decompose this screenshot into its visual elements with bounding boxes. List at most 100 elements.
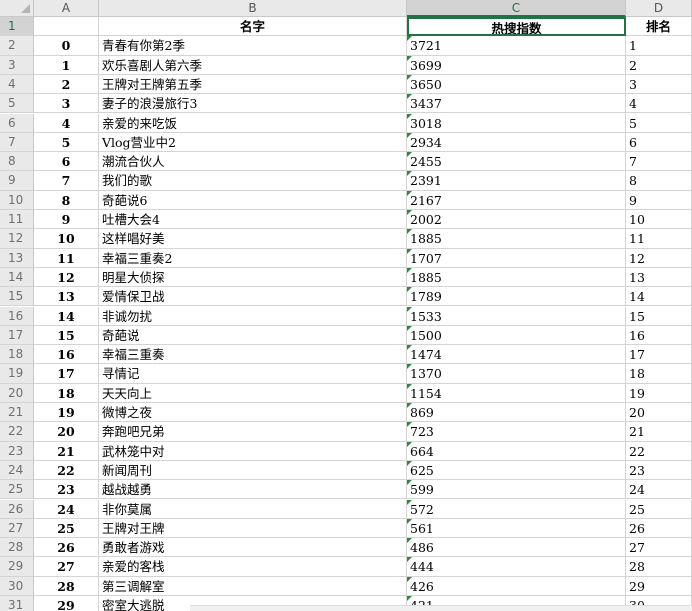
cell-c[interactable]: 3721 xyxy=(407,36,626,56)
cell-c[interactable]: 3650 xyxy=(407,74,626,95)
cell-c[interactable]: 1370 xyxy=(407,364,626,384)
cell-a[interactable]: 17 xyxy=(34,364,99,384)
row-number[interactable]: 4 xyxy=(0,74,34,95)
header-cell-a[interactable] xyxy=(34,17,99,37)
column-header-b[interactable]: B xyxy=(99,0,407,17)
cell-d[interactable]: 27 xyxy=(626,538,692,558)
cell-b[interactable]: 王牌对王牌 xyxy=(99,518,407,539)
cell-d[interactable]: 16 xyxy=(626,325,692,346)
cell-d[interactable]: 3 xyxy=(626,74,692,95)
cell-b[interactable]: 我们的歌 xyxy=(99,171,407,191)
cell-c[interactable]: 1789 xyxy=(407,287,626,307)
cell-a[interactable]: 5 xyxy=(34,132,99,153)
cell-d[interactable]: 12 xyxy=(626,248,692,268)
cell-a[interactable]: 10 xyxy=(34,229,99,249)
cell-c[interactable]: 2002 xyxy=(407,210,626,230)
cell-a[interactable]: 7 xyxy=(34,171,99,191)
row-number[interactable]: 18 xyxy=(0,345,34,365)
row-number[interactable]: 20 xyxy=(0,383,34,403)
cell-a[interactable]: 29 xyxy=(34,596,99,611)
horizontal-scrollbar[interactable] xyxy=(190,605,692,611)
cell-d[interactable]: 19 xyxy=(626,383,692,403)
cell-b[interactable]: 这样唱好美 xyxy=(99,229,407,249)
cell-c[interactable]: 869 xyxy=(407,403,626,423)
cell-c[interactable]: 2167 xyxy=(407,190,626,210)
row-number[interactable]: 5 xyxy=(0,94,34,114)
select-all-corner[interactable] xyxy=(0,0,34,17)
cell-b[interactable]: 吐槽大会4 xyxy=(99,210,407,230)
row-number[interactable]: 19 xyxy=(0,364,34,384)
cell-c[interactable]: 664 xyxy=(407,441,626,461)
cell-c[interactable]: 572 xyxy=(407,499,626,519)
row-number[interactable]: 2 xyxy=(0,36,34,56)
row-number[interactable]: 1 xyxy=(0,17,34,37)
cell-c[interactable]: 444 xyxy=(407,557,626,577)
cell-c[interactable]: 1533 xyxy=(407,306,626,326)
cell-b[interactable]: 幸福三重奏2 xyxy=(99,248,407,268)
cell-d[interactable]: 24 xyxy=(626,480,692,500)
header-cell-d[interactable]: 排名 xyxy=(626,17,692,37)
row-number[interactable]: 9 xyxy=(0,171,34,191)
cell-c[interactable]: 1154 xyxy=(407,383,626,403)
cell-d[interactable]: 6 xyxy=(626,132,692,153)
cell-a[interactable]: 20 xyxy=(34,422,99,442)
cell-d[interactable]: 7 xyxy=(626,152,692,172)
cell-c[interactable]: 2391 xyxy=(407,171,626,191)
row-number[interactable]: 3 xyxy=(0,55,34,75)
cell-b[interactable]: 武林笼中对 xyxy=(99,441,407,461)
row-number[interactable]: 16 xyxy=(0,306,34,326)
row-number[interactable]: 23 xyxy=(0,441,34,461)
row-number[interactable]: 8 xyxy=(0,152,34,172)
cell-b[interactable]: 潮流合伙人 xyxy=(99,152,407,172)
cell-d[interactable]: 5 xyxy=(626,113,692,133)
cell-d[interactable]: 11 xyxy=(626,229,692,249)
row-number[interactable]: 14 xyxy=(0,267,34,288)
cell-b[interactable]: 勇敢者游戏 xyxy=(99,538,407,558)
row-number[interactable]: 21 xyxy=(0,403,34,423)
cell-d[interactable]: 9 xyxy=(626,190,692,210)
cell-d[interactable]: 13 xyxy=(626,267,692,288)
cell-a[interactable]: 28 xyxy=(34,576,99,596)
cell-c[interactable]: 2934 xyxy=(407,132,626,153)
row-number[interactable]: 6 xyxy=(0,113,34,133)
cell-b[interactable]: 幸福三重奏 xyxy=(99,345,407,365)
row-number[interactable]: 30 xyxy=(0,576,34,596)
column-header-d[interactable]: D xyxy=(626,0,692,17)
cell-b[interactable]: 明星大侦探 xyxy=(99,267,407,288)
cell-c[interactable]: 2455 xyxy=(407,152,626,172)
cell-d[interactable]: 21 xyxy=(626,422,692,442)
cell-a[interactable]: 1 xyxy=(34,55,99,75)
row-number[interactable]: 12 xyxy=(0,229,34,249)
cell-a[interactable]: 9 xyxy=(34,210,99,230)
cell-d[interactable]: 25 xyxy=(626,499,692,519)
cell-b[interactable]: 微博之夜 xyxy=(99,403,407,423)
cell-d[interactable]: 26 xyxy=(626,518,692,539)
cell-a[interactable]: 2 xyxy=(34,74,99,95)
row-number[interactable]: 25 xyxy=(0,480,34,500)
cell-d[interactable]: 14 xyxy=(626,287,692,307)
cell-c[interactable]: 3699 xyxy=(407,55,626,75)
cell-d[interactable]: 22 xyxy=(626,441,692,461)
cell-d[interactable]: 18 xyxy=(626,364,692,384)
cell-c[interactable]: 561 xyxy=(407,518,626,539)
row-number[interactable]: 26 xyxy=(0,499,34,519)
cell-a[interactable]: 26 xyxy=(34,538,99,558)
cell-c[interactable]: 723 xyxy=(407,422,626,442)
cell-d[interactable]: 4 xyxy=(626,94,692,114)
row-number[interactable]: 29 xyxy=(0,557,34,577)
cell-b[interactable]: 第三调解室 xyxy=(99,576,407,596)
cell-c[interactable]: 486 xyxy=(407,538,626,558)
cell-a[interactable]: 3 xyxy=(34,94,99,114)
row-number[interactable]: 10 xyxy=(0,190,34,210)
row-number[interactable]: 27 xyxy=(0,518,34,539)
cell-d[interactable]: 15 xyxy=(626,306,692,326)
cell-a[interactable]: 4 xyxy=(34,113,99,133)
cell-c[interactable]: 1885 xyxy=(407,267,626,288)
cell-d[interactable]: 8 xyxy=(626,171,692,191)
cell-a[interactable]: 14 xyxy=(34,306,99,326)
cell-c[interactable]: 3018 xyxy=(407,113,626,133)
cell-a[interactable]: 13 xyxy=(34,287,99,307)
row-number[interactable]: 13 xyxy=(0,248,34,268)
cell-d[interactable]: 28 xyxy=(626,557,692,577)
cell-d[interactable]: 29 xyxy=(626,576,692,596)
